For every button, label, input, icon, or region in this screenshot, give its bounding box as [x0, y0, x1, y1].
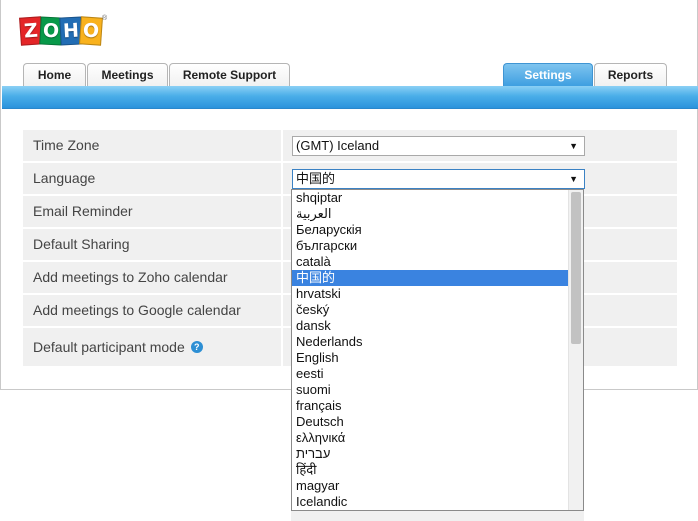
row-label: Default participant mode?	[33, 328, 203, 366]
zoho-logo[interactable]: Z O H O ®	[19, 15, 110, 47]
language-option[interactable]: magyar	[292, 478, 569, 494]
row-label: Default Sharing	[33, 236, 130, 252]
dropdown-scrollbar[interactable]	[568, 190, 583, 510]
row-divider	[281, 328, 283, 366]
language-option[interactable]: suomi	[292, 382, 569, 398]
row-label-text: Default participant mode	[33, 339, 185, 355]
time-zone-select[interactable]: (GMT) Iceland ▼	[292, 136, 585, 156]
language-option[interactable]: hrvatski	[292, 286, 569, 302]
logo-letter: O	[79, 16, 103, 46]
language-option[interactable]: shqiptar	[292, 190, 569, 206]
tab-bar-strip	[2, 86, 698, 109]
language-option[interactable]: English	[292, 350, 569, 366]
language-option[interactable]: Deutsch	[292, 414, 569, 430]
row-label: Add meetings to Zoho calendar	[33, 269, 228, 285]
language-option[interactable]: עברית	[292, 446, 569, 462]
language-option[interactable]: eesti	[292, 366, 569, 382]
language-option[interactable]: Nederlands	[292, 334, 569, 350]
language-option[interactable]: Icelandic	[292, 494, 569, 510]
help-icon[interactable]: ?	[190, 341, 203, 354]
row-label: Time Zone	[33, 137, 100, 153]
row-divider	[281, 262, 283, 293]
language-option[interactable]: ελληνικά	[292, 430, 569, 446]
language-select[interactable]: 中国的 ▼	[292, 169, 585, 189]
language-option-selected[interactable]: 中国的	[292, 270, 569, 286]
language-option[interactable]: český	[292, 302, 569, 318]
row-divider	[281, 295, 283, 326]
tab-reports[interactable]: Reports	[594, 63, 667, 87]
row-label: Email Reminder	[33, 203, 133, 219]
row-divider	[281, 229, 283, 260]
time-zone-value: (GMT) Iceland	[296, 138, 380, 153]
chevron-down-icon: ▼	[569, 141, 578, 151]
tab-meetings[interactable]: Meetings	[87, 63, 168, 87]
row-label: Language	[33, 170, 96, 186]
language-option[interactable]: العربية	[292, 206, 569, 222]
settings-row-continuation	[291, 511, 584, 521]
chevron-down-icon: ▼	[569, 174, 578, 184]
language-option[interactable]: català	[292, 254, 569, 270]
language-options: shqiptar العربية Беларускія български ca…	[292, 190, 569, 510]
language-option[interactable]: dansk	[292, 318, 569, 334]
language-option[interactable]: български	[292, 238, 569, 254]
language-dropdown[interactable]: shqiptar العربية Беларускія български ca…	[291, 189, 584, 511]
language-option[interactable]: français	[292, 398, 569, 414]
tab-remote-support[interactable]: Remote Support	[169, 63, 290, 87]
language-value: 中国的	[296, 171, 336, 186]
tab-home[interactable]: Home	[23, 63, 86, 87]
language-option[interactable]: Беларускія	[292, 222, 569, 238]
language-option[interactable]: हिंदी	[292, 462, 569, 478]
row-divider	[281, 163, 283, 194]
row-label: Add meetings to Google calendar	[33, 302, 241, 318]
row-divider	[281, 196, 283, 227]
tab-settings[interactable]: Settings	[503, 63, 593, 87]
scrollbar-thumb[interactable]	[571, 192, 581, 344]
registered-mark: ®	[102, 15, 108, 22]
row-divider	[281, 130, 283, 161]
